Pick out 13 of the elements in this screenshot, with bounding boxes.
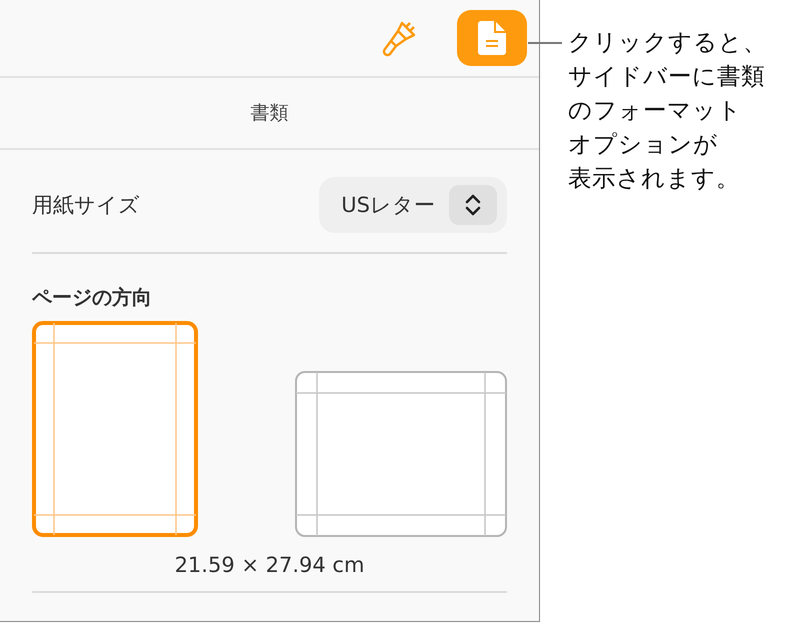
document-icon — [478, 21, 506, 55]
landscape-page-option[interactable] — [295, 371, 507, 537]
stepper-icon — [465, 193, 481, 217]
callout-text: クリックすると、 サイドバーに書類 のフォーマット オプションが 表示されます。 — [568, 27, 767, 194]
panel-title: 書類 — [250, 101, 288, 126]
page-dimensions: 21.59 × 27.94 cm — [174, 553, 364, 577]
section-heading: ページの方向 — [32, 284, 153, 311]
paintbrush-icon — [382, 19, 418, 57]
leader-line — [528, 42, 562, 44]
document-button[interactable] — [457, 10, 527, 66]
paper-size-popup[interactable]: USレター — [319, 177, 507, 233]
paper-size-label: 用紙サイズ — [32, 192, 140, 219]
portrait-page-option[interactable] — [32, 321, 198, 537]
